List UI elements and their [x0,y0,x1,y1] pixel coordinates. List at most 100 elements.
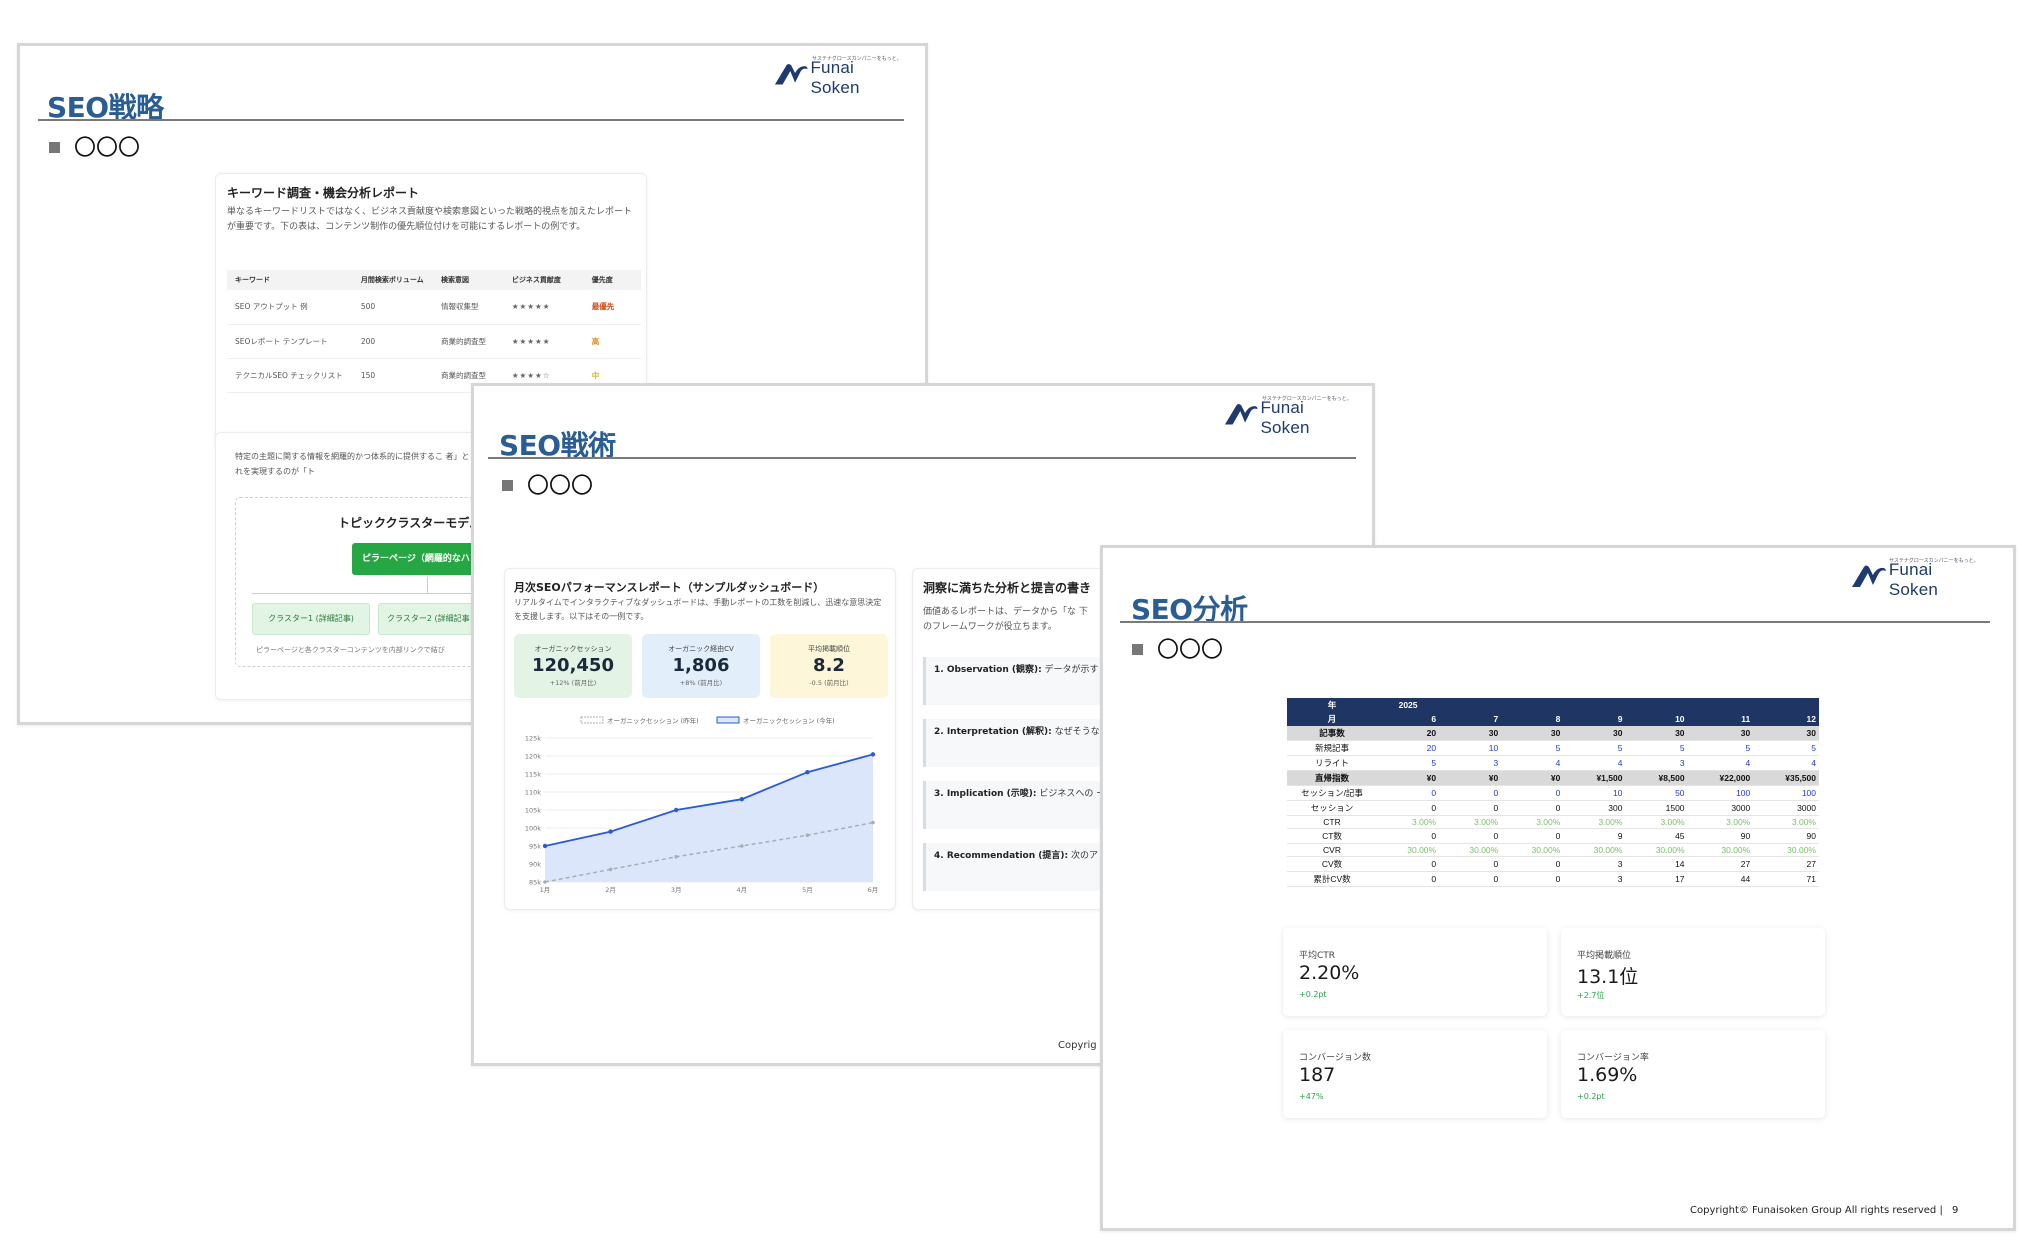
chart-point-current-year [805,770,810,775]
plan-cell: 0 [1431,788,1437,798]
plan-cell: 30.00% [1531,845,1561,855]
kpi-value: 120,450 [532,655,614,676]
keyword-table-row: SEO アウトプット 例 500 情報収集型 ★★★★★ 最優先 [227,290,641,324]
slide-seo-analysis[interactable]: Funai Soken サステナグロースカンパニーをもっと。 SEO分析 〇〇〇… [1100,545,2016,1231]
plan-cell: 0 [1493,831,1499,841]
plan-cell: 0 [1493,788,1499,798]
chart-point-last-year [608,867,613,872]
copyright-text: Copyright© Funaisoken Group All rights r… [1690,1205,1943,1216]
chart-point-last-year [674,855,678,859]
plan-table-row: CVR 30.00% 30.00% 30.00% 30.00% 30.00% 30.00% 3… [1287,843,1819,857]
plan-cell: 20 [1426,743,1437,753]
chart-point-current-year [870,752,876,757]
wave-logo-icon [1851,565,1886,587]
keyword-table: キーワード 月間検索ボリューム 検索意図 ビジネス貢献度 優先度 SEO アウトプット 例… [227,270,641,393]
plan-cell: 3.00% [1536,817,1561,827]
plan-cell: 4 [1745,758,1751,768]
keyword-table-header-row: キーワード 月間検索ボリューム 検索意図 ビジネス貢献度 優先度 [227,270,641,290]
chart-point-last-year [805,833,810,837]
plan-cell: 45 [1675,831,1685,841]
sessions-line-chart: 85k90k95k100k105k110k115k120k125k1月 2月 3月 4… [525,716,879,894]
year-value: 2025 [1398,700,1418,710]
cluster-box-1: クラスター1 (詳細記事) [252,603,370,635]
keyword-table-row: SEOレポート テンプレート 200 商業的調査型 ★★★★★ 高 [227,324,641,358]
plan-table-row: 累計CV数 0 0 0 3 17 44 71 [1287,871,1819,887]
chart-y-tick-label: 90k [529,861,541,869]
plan-cell: 0 [1555,874,1561,884]
month-header: 10 [1675,714,1685,724]
chart-point-last-year [740,844,744,848]
plan-table-row: CTR 3.00% 3.00% 3.00% 3.00% 3.00% 3.00% 3.00% [1287,815,1819,829]
plan-cell: 9 [1617,831,1623,841]
metric-card: コンバージョン数 187 +47% [1283,1030,1547,1118]
plan-cell: 0 [1493,803,1499,813]
metric-label: 平均掲載順位 [1577,951,1632,961]
plan-cell: 100 [1801,788,1816,798]
title-divider [488,457,1356,459]
year-label: 年 [1327,700,1337,710]
kpi-delta: -0.5 (前月比) [809,679,849,687]
chart-point-current-year [608,829,613,834]
chart-x-tick-label: 6月 [868,886,879,894]
plan-cell: 3 [1679,758,1685,768]
year-blank-cell [1439,698,1501,712]
keyword-table-cell: ★★★★★ [511,302,551,312]
seo-plan-table: 年 2025 月 6 7 8 9 10 11 12 記事数 20 30 30 30 30 30 30 新規記事 20 1… [1287,698,1819,887]
brand-name: Funai Soken [1888,560,1939,599]
plan-cell: 3.00% [1791,817,1816,827]
plan-cell: ¥8,500 [1658,773,1685,783]
plan-cell: 0 [1555,803,1561,813]
plan-cell: 5 [1617,743,1623,753]
plan-cell: 30 [1740,728,1751,738]
plan-cell: 0 [1493,859,1499,869]
plan-cell: 1500 [1665,803,1685,813]
bullet-item: 〇〇〇 [49,130,140,162]
plan-cell: 0 [1431,874,1437,884]
plan-row-label: 累計CV数 [1313,874,1351,884]
plan-row-label: 直帰指数 [1314,773,1349,783]
metric-label: コンバージョン数 [1299,1053,1371,1063]
chart-y-tick-label: 110k [525,789,541,797]
year-blank-cell [1625,698,1687,712]
plan-cell: 44 [1740,874,1751,884]
plan-row-label: 記事数 [1319,728,1345,738]
insight-description: 価値あるレポートは、データから「な 下のフレームワークが役立ちます。 [923,607,1088,632]
plan-row-label: CVR [1323,845,1341,855]
kpi-delta: +12% (前月比) [549,679,597,687]
month-header: 11 [1741,714,1751,724]
chart-x-tick-label: 5月 [802,886,813,894]
legend-swatch-last-year [580,716,604,724]
insight-item-heading: 2. Interpretation (解釈): [934,727,1052,737]
plan-cell: 30.00% [1721,845,1751,855]
chart-point-current-year [542,843,548,849]
kpi-delta: +8% (前月比) [679,679,723,687]
brand-tagline: サステナグロースカンパニーをもっと。 [1262,396,1352,402]
plan-row-label: セッション [1310,803,1354,813]
keyword-card-description: 単なるキーワードリストではなく、ビジネス貢献度や検索意図といった戦略的視点を加え… [227,207,633,232]
kpi-value: 8.2 [813,655,845,676]
bullet-item: 〇〇〇 [1132,632,1223,664]
plan-cell: 5 [1431,758,1437,768]
chart-x-tick-label: 3月 [671,886,682,894]
plan-table-year-row: 年 2025 [1287,698,1819,712]
funai-soken-logo: Funai Soken サステナグロースカンパニーをもっと。 [1851,558,1986,599]
chart-point-current-year [739,797,744,802]
plan-cell: 50 [1675,788,1685,798]
metric-value: 2.20% [1299,962,1360,984]
keyword-table-header: 優先度 [591,276,613,284]
plan-cell: ¥0 [1488,773,1499,783]
metric-label: 平均CTR [1299,951,1336,961]
chart-point-last-year [871,820,875,825]
plan-cell: 3 [1617,859,1623,869]
chart-y-tick-label: 120k [525,753,541,761]
brand-tagline: サステナグロースカンパニーをもっと。 [1889,558,1979,564]
plan-cell: 0 [1431,831,1437,841]
cluster-model-title: トピッククラスターモデル [338,516,482,530]
plan-cell: 3.00% [1598,817,1623,827]
plan-table-row: 新規記事 20 10 5 5 5 5 5 [1287,740,1819,756]
plan-cell: 10 [1612,788,1623,798]
plan-row-label: CV数 [1321,859,1343,869]
legend-label-last-year: オーガニックセッション (昨年) [607,716,699,725]
year-blank-cell [1563,698,1625,712]
metric-delta: +0.2pt [1299,990,1327,999]
